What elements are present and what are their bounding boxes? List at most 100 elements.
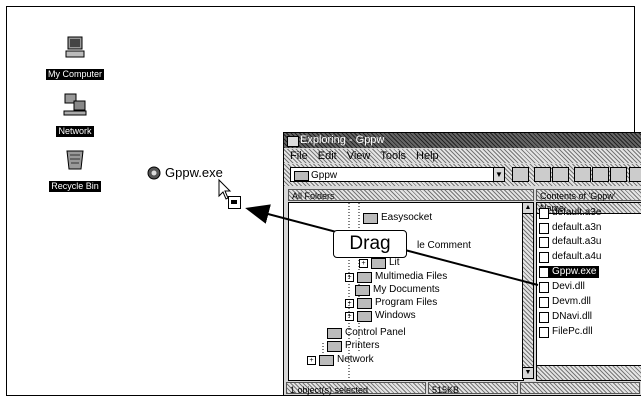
- disconnect-button[interactable]: [552, 167, 569, 182]
- address-dropdown-button[interactable]: ▼: [493, 167, 505, 182]
- file-list-scrollbar[interactable]: [537, 365, 641, 380]
- all-folders-label: All Folders: [292, 191, 335, 201]
- drag-callout: Drag: [333, 230, 407, 258]
- file-icon: [539, 222, 549, 234]
- folder-tree[interactable]: Easysocket le Comment + Lit + Multimedia F…: [288, 202, 524, 381]
- folder-icon: [363, 212, 378, 224]
- expand-icon[interactable]: +: [345, 298, 354, 308]
- tree-item-label: Lit: [389, 257, 400, 268]
- file-name: Gppw.exe: [552, 266, 597, 277]
- tree-item[interactable]: + Windows: [345, 310, 416, 322]
- file-icon: [539, 236, 549, 248]
- file-name: default.a3u: [552, 236, 602, 247]
- file-row-selected[interactable]: Gppw.exe: [539, 266, 600, 278]
- menu-help[interactable]: Help: [416, 149, 439, 163]
- contents-header: Contents of 'Gppw': [536, 189, 641, 201]
- contents-label: Contents of 'Gppw': [540, 191, 616, 201]
- file-row[interactable]: default.a3n: [539, 222, 602, 234]
- menu-edit[interactable]: Edit: [318, 149, 337, 163]
- desktop-file-label: Gppw.exe: [165, 165, 223, 180]
- drag-callout-label: Drag: [349, 233, 391, 254]
- tree-item[interactable]: Control Panel: [327, 327, 406, 339]
- file-name: FilePc.dll: [552, 326, 593, 337]
- status-selection-text: 1 object(s) selected: [290, 385, 369, 395]
- file-name: Devm.dll: [552, 296, 591, 307]
- menu-bar: File Edit View Tools Help: [284, 149, 641, 163]
- tree-item[interactable]: My Documents: [355, 284, 440, 296]
- tree-item[interactable]: Printers: [327, 340, 379, 352]
- map-drive-button[interactable]: [534, 167, 551, 182]
- address-combo[interactable]: Gppw: [290, 167, 500, 182]
- menu-tools[interactable]: Tools: [380, 149, 406, 163]
- desktop-icon-my-computer[interactable]: My Computer: [35, 35, 115, 82]
- tree-item[interactable]: + Network: [307, 354, 374, 366]
- tree-item-label: le Comment: [417, 240, 471, 251]
- expand-icon[interactable]: +: [345, 311, 354, 321]
- tree-item-label: My Documents: [373, 284, 440, 295]
- file-list[interactable]: Name default.a3e default.a3n default.a3u…: [536, 202, 641, 381]
- up-folder-button[interactable]: [512, 167, 529, 182]
- file-row[interactable]: Devi.dll: [539, 281, 585, 293]
- file-row[interactable]: default.a3e: [539, 207, 602, 219]
- status-size-text: 515KB: [432, 385, 460, 395]
- file-icon: [539, 296, 549, 308]
- tree-item[interactable]: Easysocket: [363, 212, 432, 224]
- printers-icon: [327, 340, 342, 352]
- expand-icon[interactable]: +: [307, 355, 316, 365]
- desktop-icon-network[interactable]: Network: [35, 92, 115, 139]
- explorer-window: Exploring - Gppw File Edit View Tools He…: [283, 132, 641, 396]
- tree-item[interactable]: + Program Files: [345, 297, 437, 309]
- desktop-icon-label: Recycle Bin: [49, 181, 101, 192]
- tree-item[interactable]: + Multimedia Files: [345, 271, 447, 283]
- file-icon: [539, 326, 549, 338]
- copy-button[interactable]: [592, 167, 609, 182]
- tree-item[interactable]: + Lit: [359, 257, 400, 269]
- file-row[interactable]: default.a4u: [539, 251, 602, 263]
- folder-icon: [357, 271, 372, 283]
- tree-item[interactable]: le Comment: [417, 240, 471, 252]
- folder-icon: [371, 257, 386, 269]
- tree-item-label: Printers: [345, 340, 380, 351]
- paste-button[interactable]: [610, 167, 627, 182]
- undo-button[interactable]: [629, 167, 641, 182]
- tree-item-label: Control Panel: [345, 327, 406, 338]
- scroll-down-arrow-icon[interactable]: ▼: [523, 367, 533, 378]
- recycle-bin-icon: [66, 150, 84, 170]
- network-icon: [319, 354, 334, 366]
- desktop-icon-label: My Computer: [45, 69, 104, 80]
- all-folders-header: All Folders: [288, 189, 534, 201]
- expand-icon[interactable]: +: [345, 272, 354, 282]
- desktop-icon-recycle-bin[interactable]: Recycle Bin: [35, 147, 115, 194]
- menu-view[interactable]: View: [347, 149, 371, 163]
- folder-tree-scrollbar[interactable]: ▲ ▼: [522, 202, 534, 379]
- status-bar: 1 object(s) selected 515KB: [284, 381, 641, 395]
- desktop-file-gppw[interactable]: Gppw.exe: [147, 165, 223, 180]
- file-row[interactable]: Devm.dll: [539, 296, 591, 308]
- window-title: Exploring - Gppw: [300, 134, 385, 146]
- status-size: 515KB: [428, 382, 518, 395]
- file-icon: [539, 281, 549, 293]
- network-icon: [63, 93, 87, 116]
- toolbar: Gppw ▼: [284, 164, 641, 186]
- cut-button[interactable]: [574, 167, 591, 182]
- file-name: DNavi.dll: [552, 311, 593, 322]
- tree-item-label: Network: [337, 354, 374, 365]
- desktop-icon-label: Network: [56, 126, 94, 137]
- tree-item-label: Easysocket: [381, 212, 433, 223]
- file-row[interactable]: FilePc.dll: [539, 326, 593, 338]
- file-row[interactable]: default.a3u: [539, 236, 602, 248]
- window-title-bar[interactable]: Exploring - Gppw: [284, 133, 641, 148]
- scroll-up-arrow-icon[interactable]: ▲: [523, 203, 533, 214]
- folder-icon: [357, 297, 372, 309]
- file-row[interactable]: DNavi.dll: [539, 311, 592, 323]
- drag-shortcut-icon: [228, 196, 241, 209]
- file-name: default.a3e: [552, 207, 602, 218]
- expand-icon[interactable]: +: [359, 258, 368, 268]
- address-value: Gppw: [311, 170, 338, 181]
- menu-file[interactable]: File: [290, 149, 308, 163]
- computer-icon: [65, 36, 85, 58]
- control-panel-icon: [327, 327, 342, 339]
- file-name: Devi.dll: [552, 281, 585, 292]
- status-extra: [520, 382, 640, 394]
- status-selection: 1 object(s) selected: [286, 382, 426, 395]
